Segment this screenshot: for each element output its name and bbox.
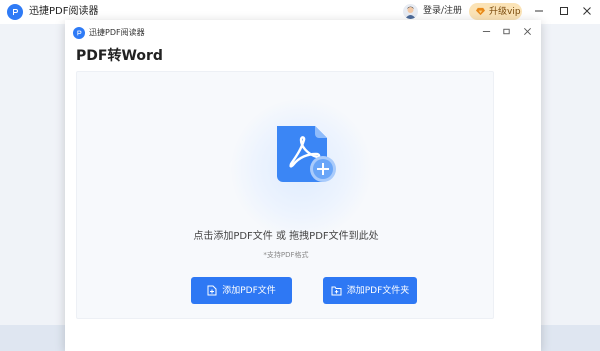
diamond-icon (476, 7, 485, 16)
add-pdf-file-button[interactable]: 添加PDF文件 (191, 277, 292, 304)
close-icon[interactable] (521, 25, 533, 37)
close-icon[interactable] (580, 4, 594, 18)
pdf-to-word-dialog: 迅捷PDF阅读器 PDF转Word 点击添加PDF文件 或 拖拽PDF文件到此处… (65, 20, 541, 351)
app-title: 迅捷PDF阅读器 (29, 6, 99, 17)
maximize-icon[interactable] (500, 25, 512, 37)
page-title: PDF转Word (76, 48, 163, 64)
minimize-icon[interactable] (532, 4, 546, 18)
pdf-file-add-icon (277, 126, 336, 182)
file-add-icon (207, 285, 217, 296)
avatar[interactable] (403, 4, 418, 19)
upgrade-vip-button[interactable]: 升级vip (469, 3, 522, 20)
upgrade-vip-label: 升级vip (489, 6, 521, 17)
app-logo-icon (73, 27, 85, 39)
dialog-title: 迅捷PDF阅读器 (89, 28, 145, 37)
maximize-icon[interactable] (557, 4, 571, 18)
minimize-icon[interactable] (480, 25, 492, 37)
login-register-link[interactable]: 登录/注册 (423, 5, 462, 18)
app-logo-icon (7, 4, 23, 20)
supported-format-note: *支持PDF格式 (263, 251, 309, 259)
folder-add-icon (331, 286, 342, 295)
drop-hint-text: 点击添加PDF文件 或 拖拽PDF文件到此处 (193, 231, 379, 242)
add-pdf-file-label: 添加PDF文件 (222, 285, 276, 296)
file-drop-zone[interactable]: 点击添加PDF文件 或 拖拽PDF文件到此处 *支持PDF格式 添加PDF文件 … (76, 71, 494, 319)
add-pdf-folder-label: 添加PDF文件夹 (346, 285, 410, 296)
add-pdf-folder-button[interactable]: 添加PDF文件夹 (323, 277, 417, 304)
